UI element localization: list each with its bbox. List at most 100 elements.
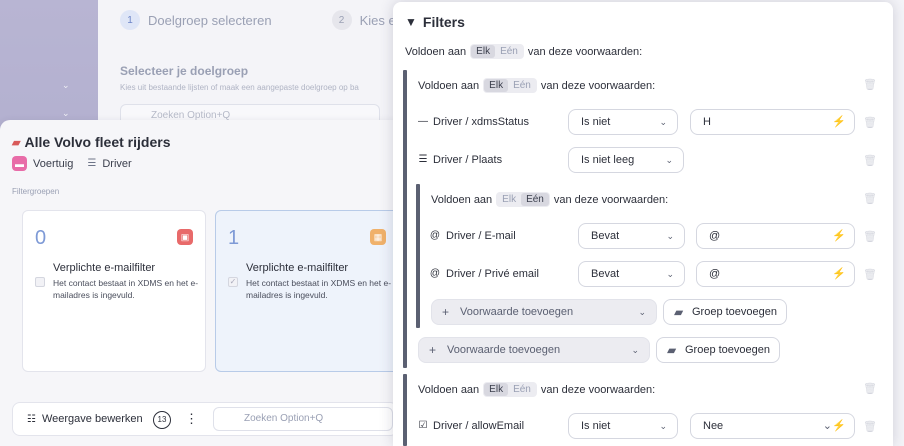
filter-checkbox[interactable] [35, 277, 45, 287]
trash-icon[interactable]: 🗑 [863, 154, 877, 168]
tab-voertuig[interactable]: ▬ Voertuig [12, 156, 73, 171]
add-group-label: Groep toevoegen [692, 306, 778, 318]
input-value: @ [709, 230, 721, 242]
condition-field: Driver / Privé email [446, 268, 539, 280]
count-badge: 13 [153, 411, 171, 429]
filter-description: Het contact bestaat in XDMS en het e-mai… [246, 278, 392, 300]
lightning-icon[interactable]: ⚡ [832, 262, 846, 286]
match-prefix: Voldoen aan [405, 45, 467, 58]
tab-driver[interactable]: ☰ Driver [87, 156, 131, 171]
chevron-down-icon[interactable]: ⌄ [62, 80, 72, 90]
tab-label: Voertuig [33, 157, 74, 170]
match-toggle[interactable]: Elk Eén [483, 78, 537, 93]
filter-count: 1 [228, 227, 240, 249]
match-prefix: Voldoen aan [431, 193, 493, 206]
page-title: Selecteer je doelgroep [120, 64, 249, 78]
trash-icon[interactable]: 🗑 [863, 230, 877, 244]
match-all-option[interactable]: Elk [471, 45, 496, 58]
match-toggle[interactable]: Elk Eén [470, 44, 524, 59]
filter-checkbox[interactable]: ✓ [228, 277, 238, 287]
value-select[interactable]: Nee ⌄ ⚡ [690, 413, 855, 439]
add-condition-button[interactable]: + Voorwaarde toevoegen ⌄ [431, 299, 657, 325]
match-prefix: Voldoen aan [418, 79, 480, 92]
match-any-option[interactable]: Eén [508, 383, 536, 396]
car-icon: ▬ [12, 156, 27, 171]
operator-select[interactable]: Is niet ⌄ [568, 109, 678, 135]
lightning-icon[interactable]: ⚡ [832, 110, 846, 134]
operator-value: Bevat [591, 268, 620, 280]
condition-field: Driver / allowEmail [433, 420, 525, 432]
trash-icon[interactable]: 🗑 [863, 78, 877, 92]
nested-match-line: Voldoen aan Elk Eén van deze voorwaarden… [431, 192, 668, 207]
group-match-line: Voldoen aan Elk Eén van deze voorwaarden… [418, 382, 655, 397]
operator-select[interactable]: Bevat ⌄ [578, 223, 685, 249]
match-any-option[interactable]: Eén [521, 193, 549, 206]
trash-icon[interactable]: 🗑 [863, 116, 877, 130]
match-toggle[interactable]: Elk Eén [496, 192, 550, 207]
match-any-option[interactable]: Eén [508, 79, 536, 92]
group-match-line: Voldoen aan Elk Eén van deze voorwaarden… [418, 78, 655, 93]
operator-value: Is niet [581, 420, 611, 432]
add-group-button[interactable]: ▰ Groep toevoegen [656, 337, 780, 363]
filter-card[interactable]: 0 ▣ Verplichte e-mailfilter Het contact … [22, 210, 206, 372]
filter-card[interactable]: 1 ▦ ✓ Verplichte e-mailfilter Het contac… [215, 210, 399, 372]
step-1-label[interactable]: Doelgroep selecteren [148, 13, 272, 28]
trash-icon[interactable]: 🗑 [863, 268, 877, 282]
trash-icon[interactable]: 🗑 [863, 192, 877, 206]
chevron-down-icon[interactable]: ⌄ [62, 108, 72, 118]
value-input[interactable]: H ⚡ [690, 109, 855, 135]
lightning-icon[interactable]: ⚡ [832, 224, 846, 248]
group-bar [403, 70, 407, 368]
search-input[interactable]: Zoeken Option+Q [213, 407, 393, 431]
add-group-button[interactable]: ▰ Groep toevoegen [663, 299, 787, 325]
match-all-option[interactable]: Elk [497, 193, 521, 206]
match-any-option[interactable]: Eén [495, 45, 523, 58]
operator-select[interactable]: Bevat ⌄ [578, 261, 685, 287]
match-suffix: van deze voorwaarden: [540, 383, 656, 396]
filter-name: Verplichte e-mailfilter [246, 262, 349, 274]
database-icon: ☰ [87, 158, 97, 169]
truck-icon: ▰ [12, 136, 21, 149]
page-subtitle: Kies uit bestaande lijsten of maak een a… [120, 83, 359, 92]
sliders-icon: ☷ [27, 413, 36, 425]
lightning-icon[interactable]: ⚡ [832, 414, 846, 438]
match-suffix: van deze voorwaarden: [540, 79, 656, 92]
more-icon[interactable]: ⋮ [185, 411, 198, 427]
chevron-down-icon: ⌄ [631, 345, 639, 355]
at-icon: @ [429, 268, 441, 279]
chevron-down-icon: ⌄ [666, 231, 674, 241]
trash-icon[interactable]: 🗑 [863, 382, 877, 396]
match-toggle[interactable]: Elk Eén [483, 382, 537, 397]
audience-group-card: ▰ Alle Volvo fleet rijders ▬ Voertuig ☰ … [0, 120, 399, 446]
filter-name: Verplichte e-mailfilter [53, 262, 156, 274]
match-suffix: van deze voorwaarden: [527, 45, 643, 58]
chevron-down-icon: ⌄ [665, 155, 673, 165]
chevron-down-icon: ⌄ [659, 421, 667, 431]
group-tabs: ▬ Voertuig ☰ Driver [12, 156, 132, 171]
value-input[interactable]: @ ⚡ [696, 223, 855, 249]
match-all-option[interactable]: Elk [484, 79, 509, 92]
trash-icon[interactable]: 🗑 [863, 420, 877, 434]
edit-view-label: Weergave bewerken [41, 413, 143, 425]
group-bar [403, 374, 407, 446]
group-title: Alle Volvo fleet rijders [24, 134, 171, 150]
operator-select[interactable]: Is niet ⌄ [568, 413, 678, 439]
value-input[interactable]: @ ⚡ [696, 261, 855, 287]
match-prefix: Voldoen aan [418, 383, 480, 396]
root-match-line: Voldoen aan Elk Eén van deze voorwaarden… [405, 44, 642, 59]
chevron-down-icon: ⌄ [666, 269, 674, 279]
match-all-option[interactable]: Elk [484, 383, 509, 396]
chevron-down-icon: ⌄ [638, 307, 646, 317]
plus-icon: + [429, 343, 437, 357]
stepper: 1 Doelgroep selecteren 2 Kies ee [120, 10, 403, 30]
operator-select[interactable]: Is niet leeg ⌄ [568, 147, 684, 173]
operator-value: Bevat [591, 230, 620, 242]
add-condition-label: Voorwaarde toevoegen [460, 306, 574, 318]
filters-panel: ▼ Filters Voldoen aan Elk Eén van deze v… [393, 2, 893, 446]
edit-view-button[interactable]: ☷ Weergave bewerken [27, 413, 143, 425]
match-suffix: van deze voorwaarden: [553, 193, 669, 206]
filtergroups-label: Filtergroepen [12, 187, 60, 196]
condition-field: Driver / E-mail [446, 230, 516, 242]
condition-field: Driver / Plaats [433, 154, 503, 166]
add-condition-button[interactable]: + Voorwaarde toevoegen ⌄ [418, 337, 650, 363]
